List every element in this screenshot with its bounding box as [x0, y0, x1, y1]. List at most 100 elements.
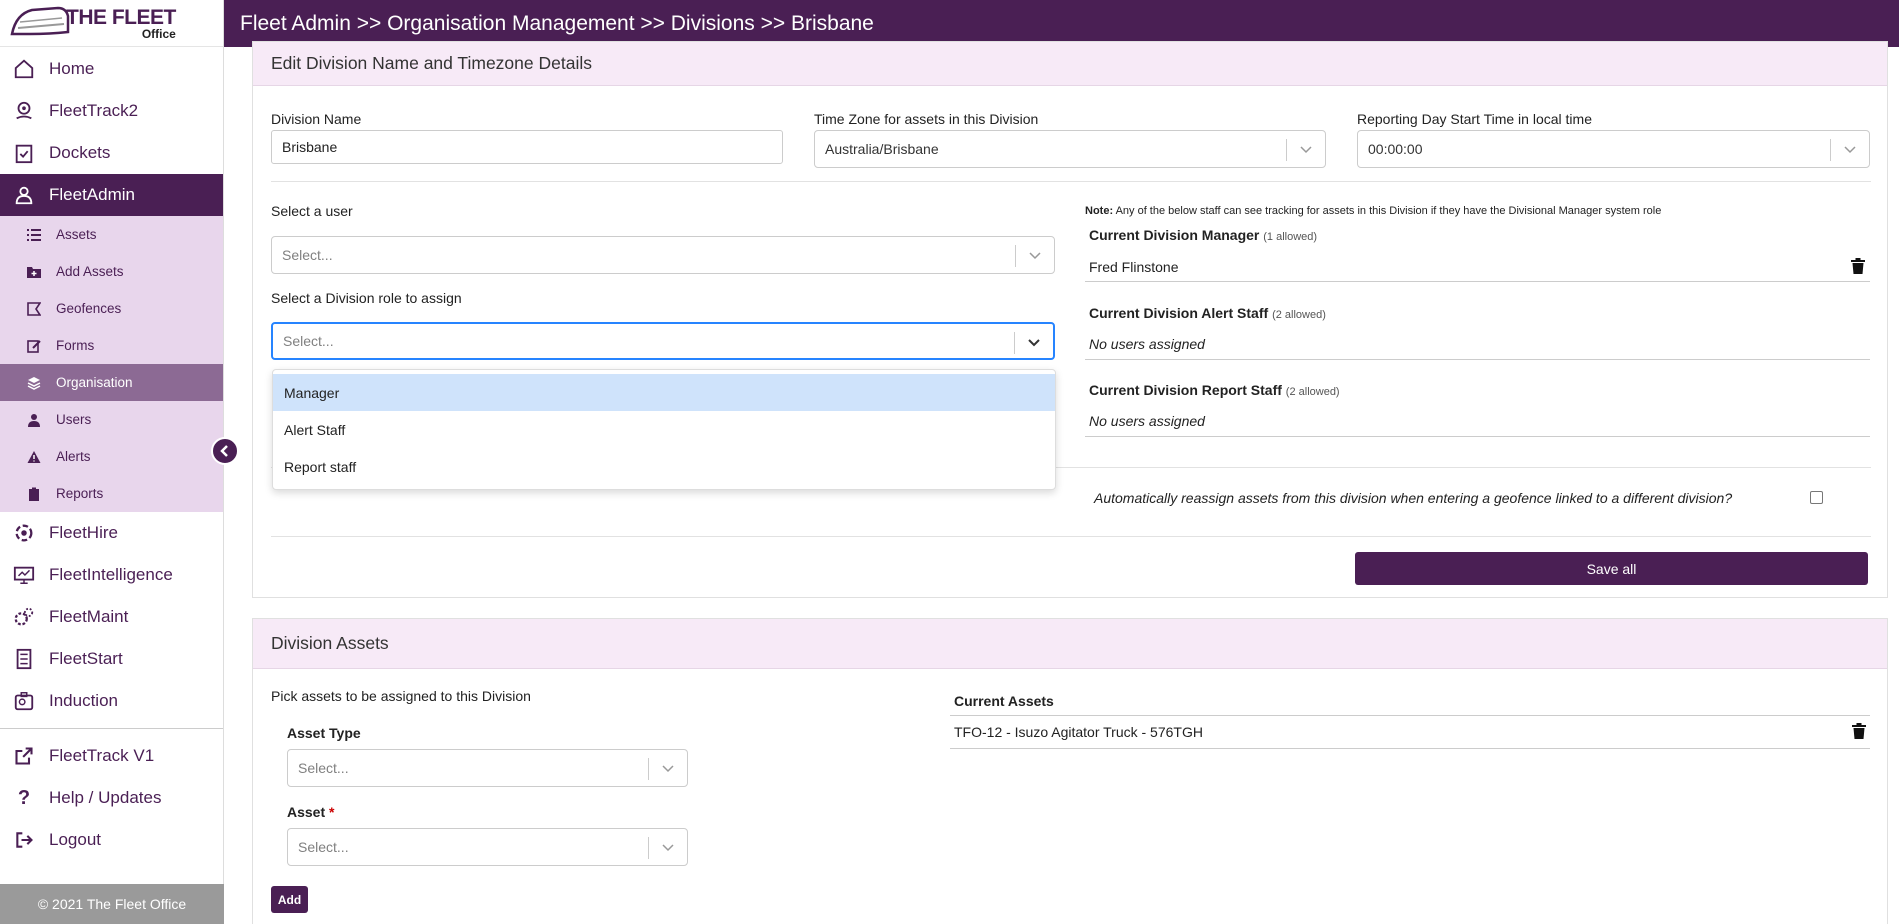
- manager-name: Fred Flinstone: [1089, 259, 1179, 275]
- note-text: Any of the below staff can see tracking …: [1115, 205, 1662, 217]
- sidebar-item-help[interactable]: ? Help / Updates: [0, 777, 223, 819]
- role-option-manager[interactable]: Manager: [273, 374, 1055, 411]
- manager-title: Current Division Manager (1 allowed): [1089, 227, 1317, 243]
- asset-type-label: Asset Type: [287, 725, 361, 741]
- sidebar-item-label: Forms: [56, 338, 95, 353]
- role-dropdown-menu: Manager Alert Staff Report staff: [272, 369, 1056, 490]
- user-admin-icon: [12, 183, 36, 207]
- gears-icon: [12, 605, 36, 629]
- brand-logo[interactable]: THE FLEET Office: [0, 0, 223, 47]
- sidebar-item-logout[interactable]: Logout: [0, 819, 223, 861]
- sidebar-item-label: FleetMaint: [49, 607, 129, 626]
- manager-allowed: (1 allowed): [1263, 231, 1318, 243]
- collapse-sidebar-button[interactable]: [211, 437, 239, 465]
- nav-modules: FleetHire FleetIntelligence FleetMaint F…: [0, 512, 223, 722]
- sidebar-item-fleetmaint[interactable]: FleetMaint: [0, 596, 223, 638]
- sidebar-item-label: FleetAdmin: [49, 185, 135, 204]
- trash-icon[interactable]: [1852, 723, 1866, 739]
- sidebar-item-reports[interactable]: Reports: [0, 475, 223, 512]
- sidebar-item-alerts[interactable]: Alerts: [0, 438, 223, 475]
- sidebar-item-organisation[interactable]: Organisation: [0, 364, 223, 401]
- sidebar-item-induction[interactable]: Induction: [0, 680, 223, 722]
- sidebar-footer: © 2021 The Fleet Office: [0, 884, 224, 924]
- select-user-placeholder: Select...: [282, 247, 333, 263]
- required-marker: *: [329, 804, 335, 820]
- row-divider: [1085, 281, 1870, 282]
- sidebar-item-fleettrack-v1[interactable]: FleetTrack V1: [0, 735, 223, 777]
- chevron-down-icon: [1029, 252, 1041, 260]
- edit-division-card-title: Edit Division Name and Timezone Details: [253, 42, 1887, 86]
- sidebar-item-label: Assets: [56, 227, 97, 242]
- row-divider: [1085, 436, 1870, 437]
- division-name-field[interactable]: Brisbane: [271, 130, 783, 164]
- sidebar-item-fleettrack2[interactable]: FleetTrack2: [0, 90, 223, 132]
- current-asset-item: TFO-12 - Isuzo Agitator Truck - 576TGH: [954, 724, 1203, 740]
- induction-icon: [12, 689, 36, 713]
- select-separator: [648, 837, 649, 859]
- edit-division-card: Edit Division Name and Timezone Details: [252, 41, 1888, 598]
- sidebar-item-label: Alerts: [56, 449, 91, 464]
- sidebar-item-label: FleetTrack2: [49, 101, 139, 120]
- staff-note: Note: Any of the below staff can see tra…: [1085, 205, 1661, 217]
- sidebar-item-fleethire[interactable]: FleetHire: [0, 512, 223, 554]
- sidebar-item-fleetadmin[interactable]: FleetAdmin: [0, 174, 223, 216]
- sidebar-item-label: Dockets: [49, 143, 111, 162]
- asset-type-select[interactable]: Select...: [287, 749, 688, 787]
- sidebar-item-fleetintelligence[interactable]: FleetIntelligence: [0, 554, 223, 596]
- sidebar-item-label: FleetStart: [49, 649, 123, 668]
- sidebar-item-dockets[interactable]: Dockets: [0, 132, 223, 174]
- sidebar: THE FLEET Office Home FleetTrack2 Docket…: [0, 0, 224, 924]
- select-user-dropdown[interactable]: Select...: [271, 236, 1055, 274]
- sidebar-item-label: FleetHire: [49, 523, 118, 542]
- select-user-label: Select a user: [271, 203, 353, 219]
- sidebar-item-forms[interactable]: Forms: [0, 327, 223, 364]
- manager-title-text: Current Division Manager: [1089, 227, 1260, 243]
- user-icon: [26, 412, 42, 428]
- clipboard-check-icon: [12, 141, 36, 165]
- chevron-down-icon: [1300, 146, 1312, 154]
- select-separator: [1286, 139, 1287, 161]
- select-role-label: Select a Division role to assign: [271, 290, 462, 306]
- checklist-icon: [12, 647, 36, 671]
- nav-utility: FleetTrack V1 ? Help / Updates Logout: [0, 728, 223, 861]
- geofence-icon: [26, 301, 42, 317]
- sidebar-item-add-assets[interactable]: Add Assets: [0, 253, 223, 290]
- report-title: Current Division Report Staff (2 allowed…: [1089, 382, 1340, 398]
- main-content: Edit Division Name and Timezone Details …: [224, 41, 1899, 924]
- alert-staff-empty: No users assigned: [1089, 336, 1205, 352]
- logout-icon: [12, 828, 36, 852]
- sidebar-item-users[interactable]: Users: [0, 401, 223, 438]
- reporting-time-select[interactable]: 00:00:00: [1357, 130, 1870, 168]
- role-option-report-staff[interactable]: Report staff: [273, 448, 1055, 485]
- report-title-text: Current Division Report Staff: [1089, 382, 1282, 398]
- role-option-alert-staff[interactable]: Alert Staff: [273, 411, 1055, 448]
- sidebar-item-label: FleetIntelligence: [49, 565, 173, 584]
- asset-select[interactable]: Select...: [287, 828, 688, 866]
- asset-placeholder: Select...: [298, 839, 349, 855]
- trash-icon[interactable]: [1851, 258, 1865, 274]
- question-icon: ?: [17, 786, 31, 809]
- breadcrumb: Fleet Admin >> Organisation Management >…: [224, 0, 1899, 47]
- add-asset-button[interactable]: Add: [271, 886, 308, 913]
- timezone-label: Time Zone for assets in this Division: [814, 111, 1039, 127]
- row-divider: [1085, 359, 1870, 360]
- sidebar-item-assets[interactable]: Assets: [0, 216, 223, 253]
- sidebar-item-label: Home: [49, 59, 95, 78]
- current-assets-title: Current Assets: [954, 693, 1054, 709]
- reporting-time-label: Reporting Day Start Time in local time: [1357, 111, 1592, 127]
- sidebar-item-geofences[interactable]: Geofences: [0, 290, 223, 327]
- reassign-checkbox[interactable]: [1810, 491, 1823, 504]
- save-all-button[interactable]: Save all: [1355, 552, 1868, 585]
- sidebar-item-home[interactable]: Home: [0, 48, 223, 90]
- divider: [271, 536, 1871, 537]
- sidebar-item-fleetstart[interactable]: FleetStart: [0, 638, 223, 680]
- select-separator: [1014, 332, 1015, 354]
- sidebar-item-label: FleetTrack V1: [49, 746, 155, 765]
- sidebar-item-label: Users: [56, 412, 92, 427]
- select-role-dropdown[interactable]: Select...: [271, 322, 1055, 360]
- edit-icon: [26, 338, 42, 354]
- reassign-label: Automatically reassign assets from this …: [1094, 490, 1733, 506]
- division-name-label: Division Name: [271, 111, 362, 127]
- timezone-select[interactable]: Australia/Brisbane: [814, 130, 1326, 168]
- clipboard-icon: [26, 486, 42, 502]
